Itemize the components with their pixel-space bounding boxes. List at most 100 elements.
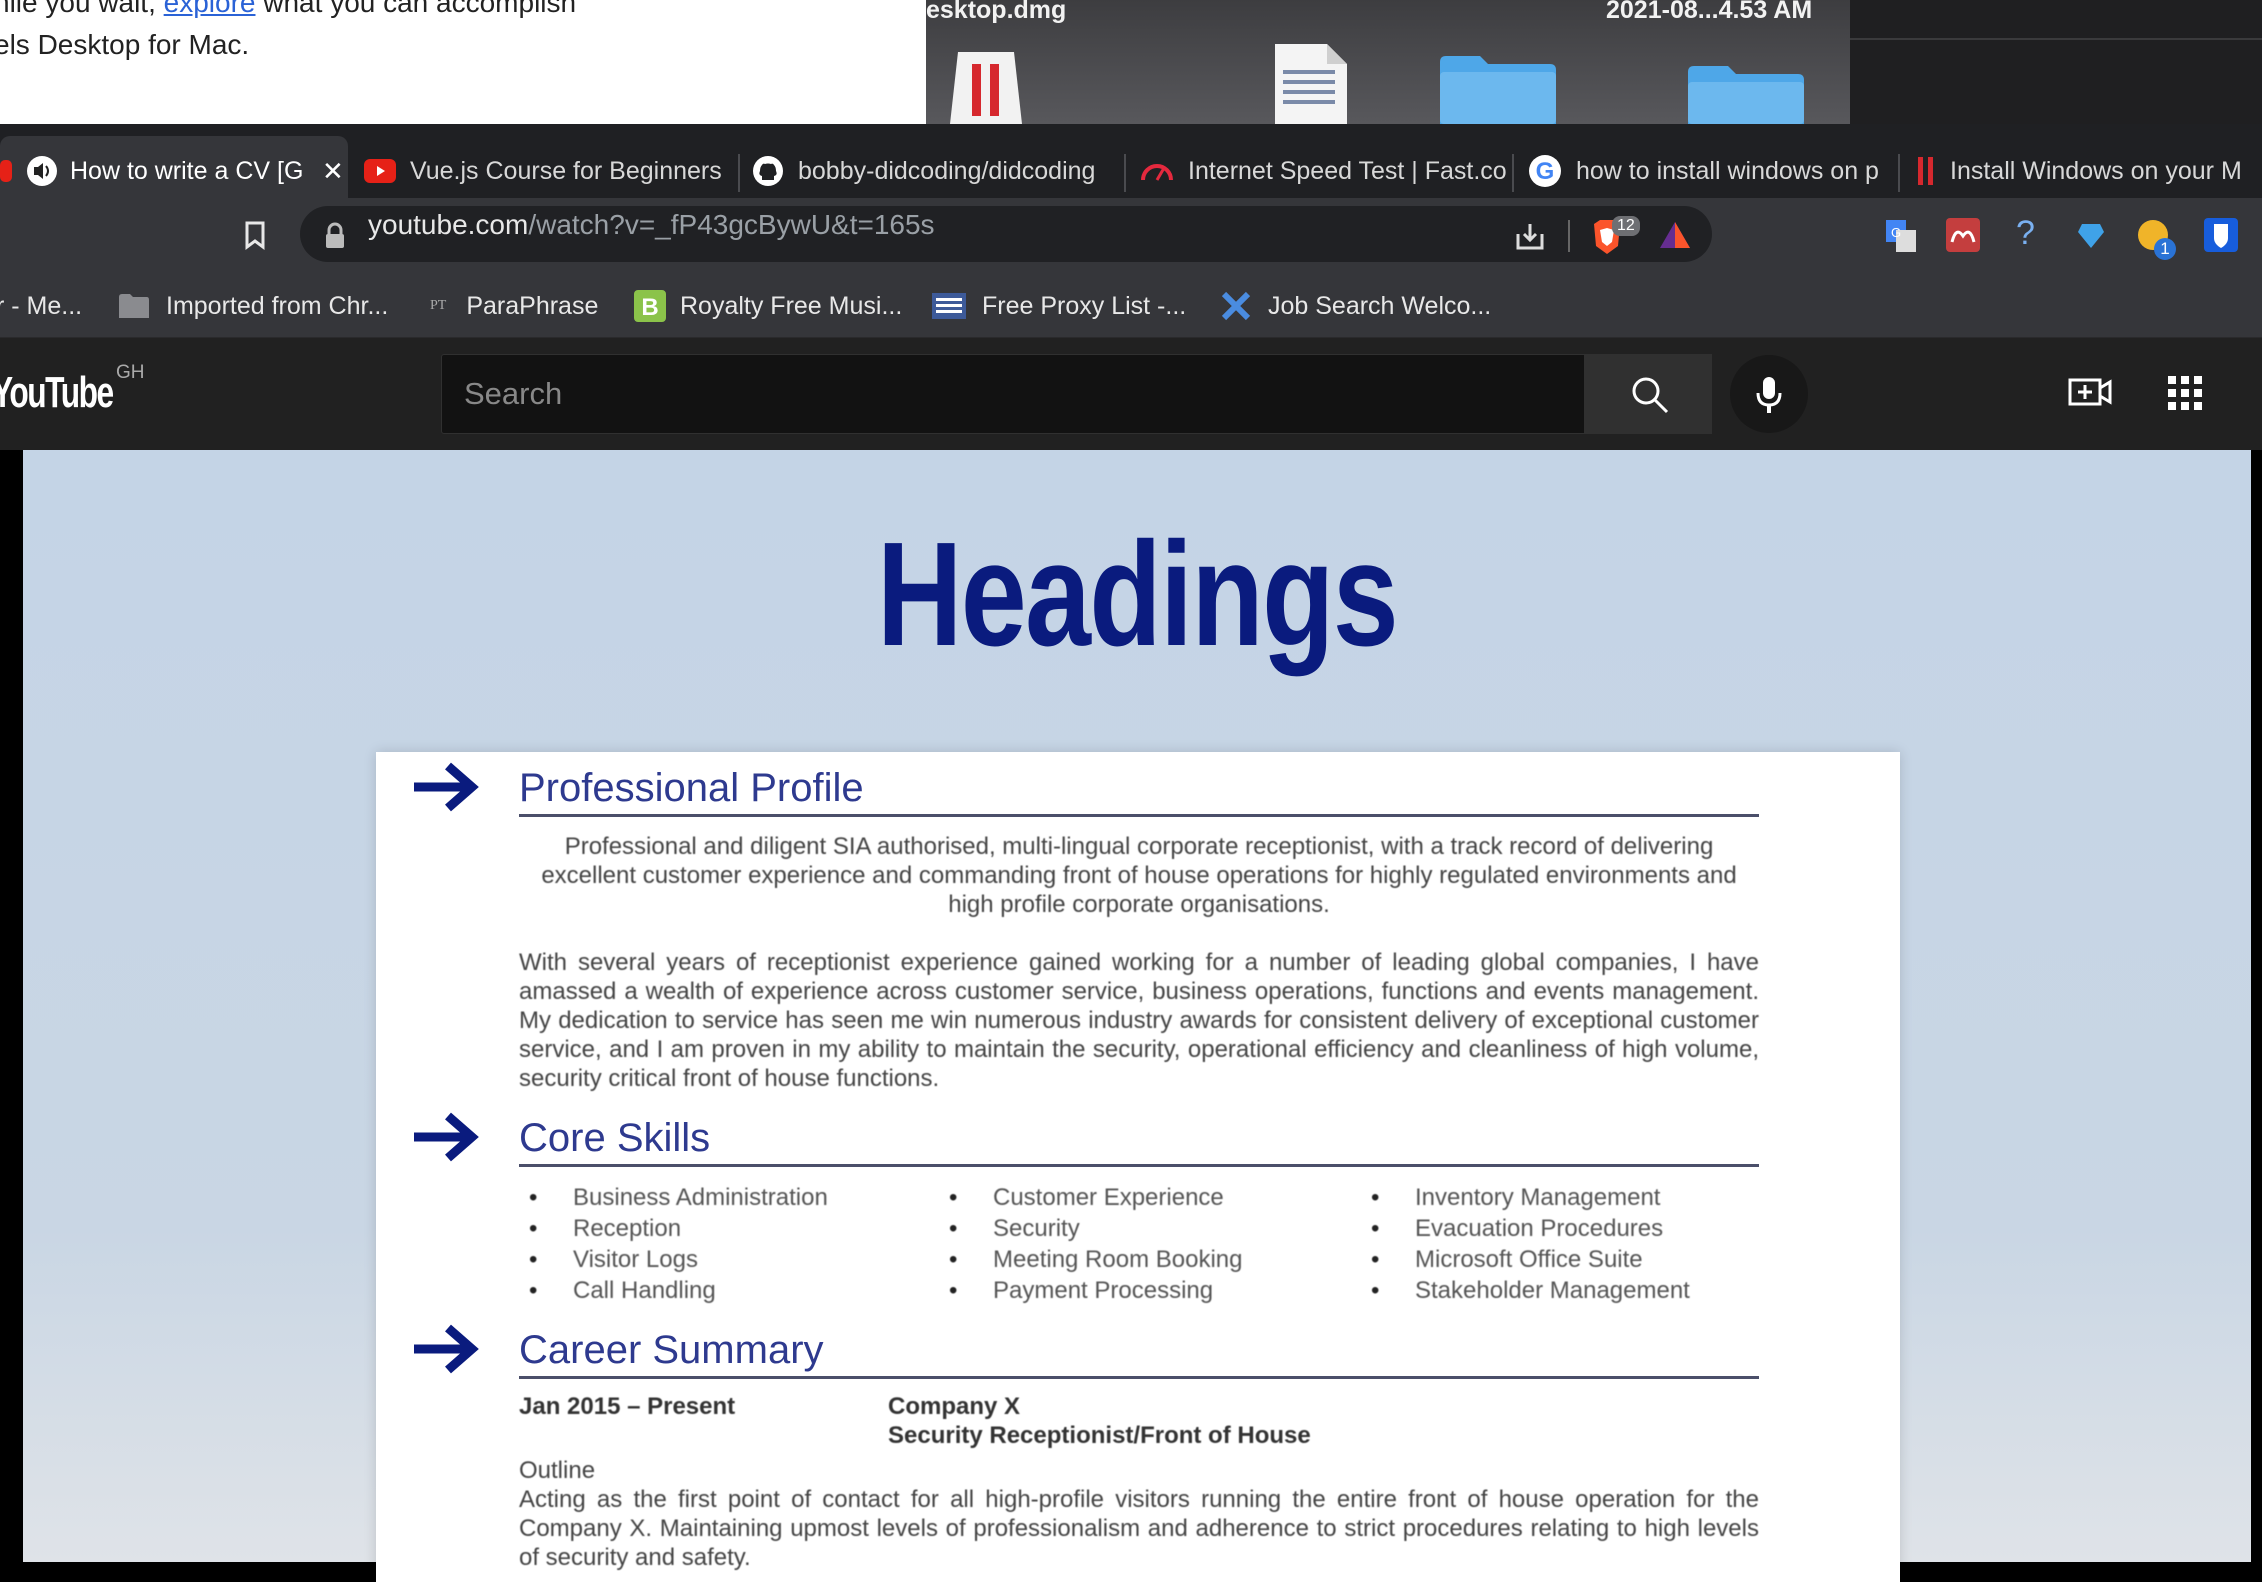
lock-icon[interactable] [324,222,346,250]
svg-text:B: B [641,294,658,321]
brave-badge: 12 [1612,216,1640,236]
brave-rewards-icon[interactable] [1658,220,1692,250]
paraphrase-favicon-icon: PT [430,298,447,313]
bookmarks-bar: r - Me... Imported from Chr... PT ParaPh… [0,276,2262,338]
divider [1850,38,2262,40]
skills-column-3: Inventory ManagementEvacuation Procedure… [1361,1182,1690,1306]
tab-title: Install Windows on your M [1950,156,2242,185]
url-path: /watch?v=_fP43gcBywU&t=165s [528,209,935,240]
tab-separator [738,154,740,192]
proxy-list-favicon-icon [932,293,966,319]
tab-title: bobby-didcoding/didcoding [798,156,1096,185]
skill-item: Security [939,1213,1242,1244]
url-text[interactable]: youtube.com/watch?v=_fP43gcBywU&t=165s [368,209,935,241]
bookmark-item-me[interactable]: r - Me... [0,286,82,326]
tab-separator [1512,154,1514,192]
bookmark-job-search[interactable]: Job Search Welco... [1220,286,1491,326]
install-app-icon[interactable] [1514,220,1546,252]
cv-document: Professional Profile Professional and di… [376,752,1900,1582]
tab-fast-speed-test[interactable]: Internet Speed Test | Fast.co [1140,136,1506,206]
apps-grid-icon[interactable] [2168,376,2202,410]
section-rule [519,814,1759,817]
document-file-icon[interactable] [1271,40,1351,124]
b-favicon-icon: B [634,290,666,322]
skills-column-1: Business AdministrationReceptionVisitor … [519,1182,828,1306]
search-button[interactable] [1585,354,1712,434]
tab-title: How to write a CV [G [70,156,304,185]
tab-vuejs-course[interactable]: Vue.js Course for Beginners [364,136,734,206]
tab-title: Internet Speed Test | Fast.co [1188,156,1506,185]
skill-item: Payment Processing [939,1275,1242,1306]
section-rule [519,1376,1759,1379]
google-translate-icon[interactable]: G [1884,218,1918,254]
tab-install-windows-mac[interactable]: Install Windows on your M [1916,136,2262,206]
section-rule [519,1164,1759,1167]
gem-extension-icon[interactable] [2076,220,2106,250]
close-tab-icon[interactable]: ✕ [322,156,344,187]
career-company: Company X [888,1393,1021,1420]
tab-separator [1124,154,1126,192]
tab-title: Vue.js Course for Beginners [410,156,722,185]
youtube-favicon-icon [364,159,396,183]
bitwarden-extension-icon[interactable] [2204,218,2238,252]
svg-text:G: G [1536,158,1555,185]
folder-icon-2[interactable] [1684,62,1808,124]
folder-icon[interactable] [1436,52,1560,124]
country-code: GH [116,362,145,383]
video-heading: Headings [876,512,1399,677]
skill-item: Business Administration [519,1182,828,1213]
youtube-logo[interactable]: YouTube [0,368,114,418]
career-role: Security Receptionist/Front of House [888,1422,1311,1449]
search-icon [1632,377,1669,414]
skill-item: Microsoft Office Suite [1361,1244,1690,1275]
mendeley-icon[interactable] [1946,218,1980,252]
explore-link[interactable]: explore [164,0,256,18]
search-input[interactable]: Search [441,354,1585,434]
omnibox-divider [1568,220,1570,252]
skill-item: Evacuation Procedures [1361,1213,1690,1244]
bookmark-royalty-free-music[interactable]: B Royalty Free Musi... [634,286,902,326]
google-favicon-icon: G [1529,155,1561,187]
right-background-window [1850,0,2262,124]
background-window: hile you wait, explore what you can acco… [0,0,926,124]
skills-column-2: Customer ExperienceSecurityMeeting Room … [939,1182,1242,1306]
tab-github-didcoding[interactable]: bobby-didcoding/didcoding [752,136,1116,206]
skill-item: Visitor Logs [519,1244,828,1275]
audio-playing-icon[interactable] [26,155,58,187]
bookmark-folder-imported[interactable]: Imported from Chr... [118,286,388,326]
arrow-icon [414,1324,479,1374]
skill-item: Reception [519,1213,828,1244]
parallels-file-icon[interactable] [936,44,1032,124]
extension-badge: 1 [2154,238,2176,260]
tab-how-to-write-cv[interactable]: How to write a CV [G ✕ [0,136,348,206]
skill-item: Customer Experience [939,1182,1242,1213]
bookmark-free-proxy-list[interactable]: Free Proxy List -... [932,286,1186,326]
career-outline-text: Acting as the first point of contact for… [519,1486,1759,1571]
career-date: Jan 2015 – Present [519,1393,736,1420]
top-desktop-strip: hile you wait, explore what you can acco… [0,0,2262,124]
tab-title: how to install windows on p [1576,156,1879,185]
voice-search-button[interactable] [1730,355,1808,433]
background-text-line2: els Desktop for Mac. [0,29,250,60]
youtube-header: YouTube GH Search [0,338,2262,450]
youtube-tab-icon [0,160,12,182]
profile-paragraph-2: With several years of receptionist exper… [519,949,1759,1092]
tab-google-install-windows[interactable]: G how to install windows on p [1528,136,1892,206]
create-video-icon[interactable] [2068,374,2112,410]
url-domain: youtube.com [368,209,529,240]
section-title-skills: Core Skills [519,1116,711,1160]
video-player[interactable]: Headings Professional Profile Profession… [23,450,2251,1582]
profile-paragraph-1: Professional and diligent SIA authorised… [541,833,1737,918]
finder-file-date: 2021-08...4.53 AM [1606,0,1813,24]
career-outline-label: Outline [519,1457,596,1484]
bookmark-icon[interactable] [242,220,268,250]
section-title-profile: Professional Profile [519,766,864,810]
parallels-favicon-icon [1918,157,1933,185]
skill-item: Meeting Room Booking [939,1244,1242,1275]
arrow-icon [414,762,479,812]
skill-item: Stakeholder Management [1361,1275,1690,1306]
microphone-icon [1756,377,1782,413]
help-icon[interactable]: ? [2016,214,2035,253]
bookmark-paraphrase[interactable]: PT ParaPhrase [430,286,598,326]
job-search-favicon-icon [1221,291,1251,321]
